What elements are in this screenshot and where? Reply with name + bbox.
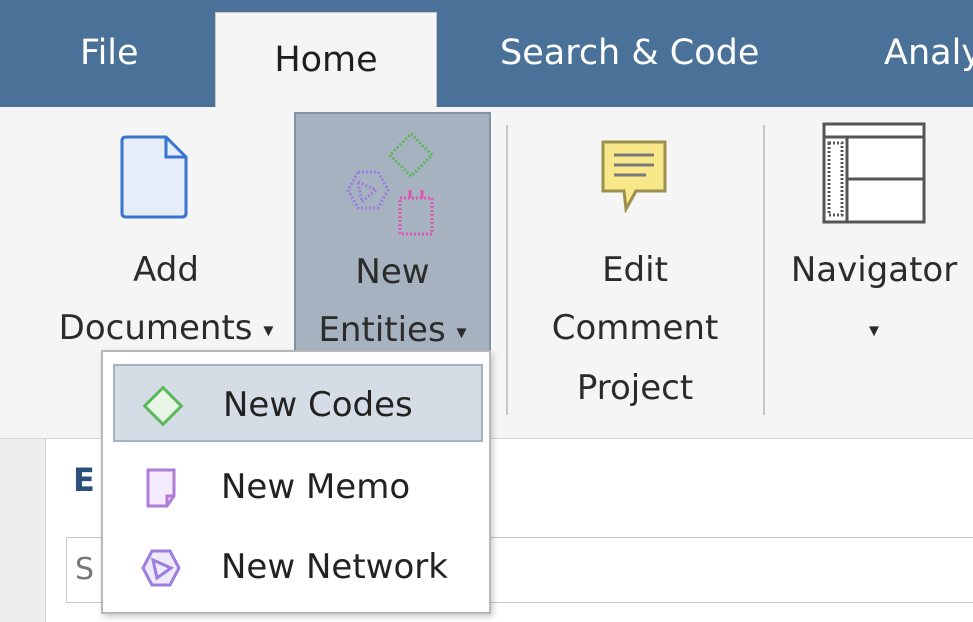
navigator-caret: ▾: [775, 295, 973, 363]
chevron-down-icon: ▾: [263, 317, 274, 342]
edit-comment-project-button[interactable]: Edit Comment Project: [530, 107, 740, 439]
ribbon-separator: [506, 125, 508, 415]
document-icon: [120, 135, 188, 219]
ribbon-separator: [763, 125, 765, 415]
menu-item-new-codes[interactable]: New Codes: [113, 364, 483, 442]
tab-home[interactable]: Home: [215, 12, 437, 107]
navigator-label: Navigator: [790, 250, 958, 290]
tab-search-code[interactable]: Search & Code: [500, 0, 759, 107]
navigator-icon: [822, 122, 926, 224]
new-entities-dropdown: New Codes New Memo New Network: [101, 350, 491, 614]
menu-item-new-network[interactable]: New Network: [113, 528, 483, 606]
edit-comment-label-3: Project: [576, 368, 694, 408]
menu-item-label: New Codes: [223, 385, 413, 425]
chevron-down-icon: ▾: [456, 319, 467, 344]
tab-analyze[interactable]: Analy: [884, 0, 973, 107]
code-diamond-icon: [142, 385, 184, 427]
ribbon-tab-strip: File Home Search & Code Analy: [0, 0, 973, 107]
menu-item-label: New Network: [221, 547, 448, 587]
edit-comment-label-2: Comment: [551, 308, 719, 348]
menu-item-new-memo[interactable]: New Memo: [113, 448, 483, 526]
add-documents-label-1: Add: [133, 250, 199, 290]
navigator-button[interactable]: Navigator ▾: [775, 107, 973, 439]
new-entities-button[interactable]: New Entities ▾: [294, 112, 491, 352]
menu-item-label: New Memo: [221, 467, 411, 507]
memo-icon: [146, 468, 176, 508]
tab-file[interactable]: File: [80, 0, 139, 107]
pane-title: E: [73, 461, 95, 499]
comment-icon: [601, 140, 667, 213]
edit-comment-label-1: Edit: [602, 250, 668, 290]
network-icon: [141, 549, 181, 587]
chevron-down-icon: ▾: [868, 317, 880, 342]
new-entities-label-1: New: [355, 252, 430, 292]
pane-gutter: [0, 439, 46, 622]
entities-icon: [346, 132, 435, 236]
